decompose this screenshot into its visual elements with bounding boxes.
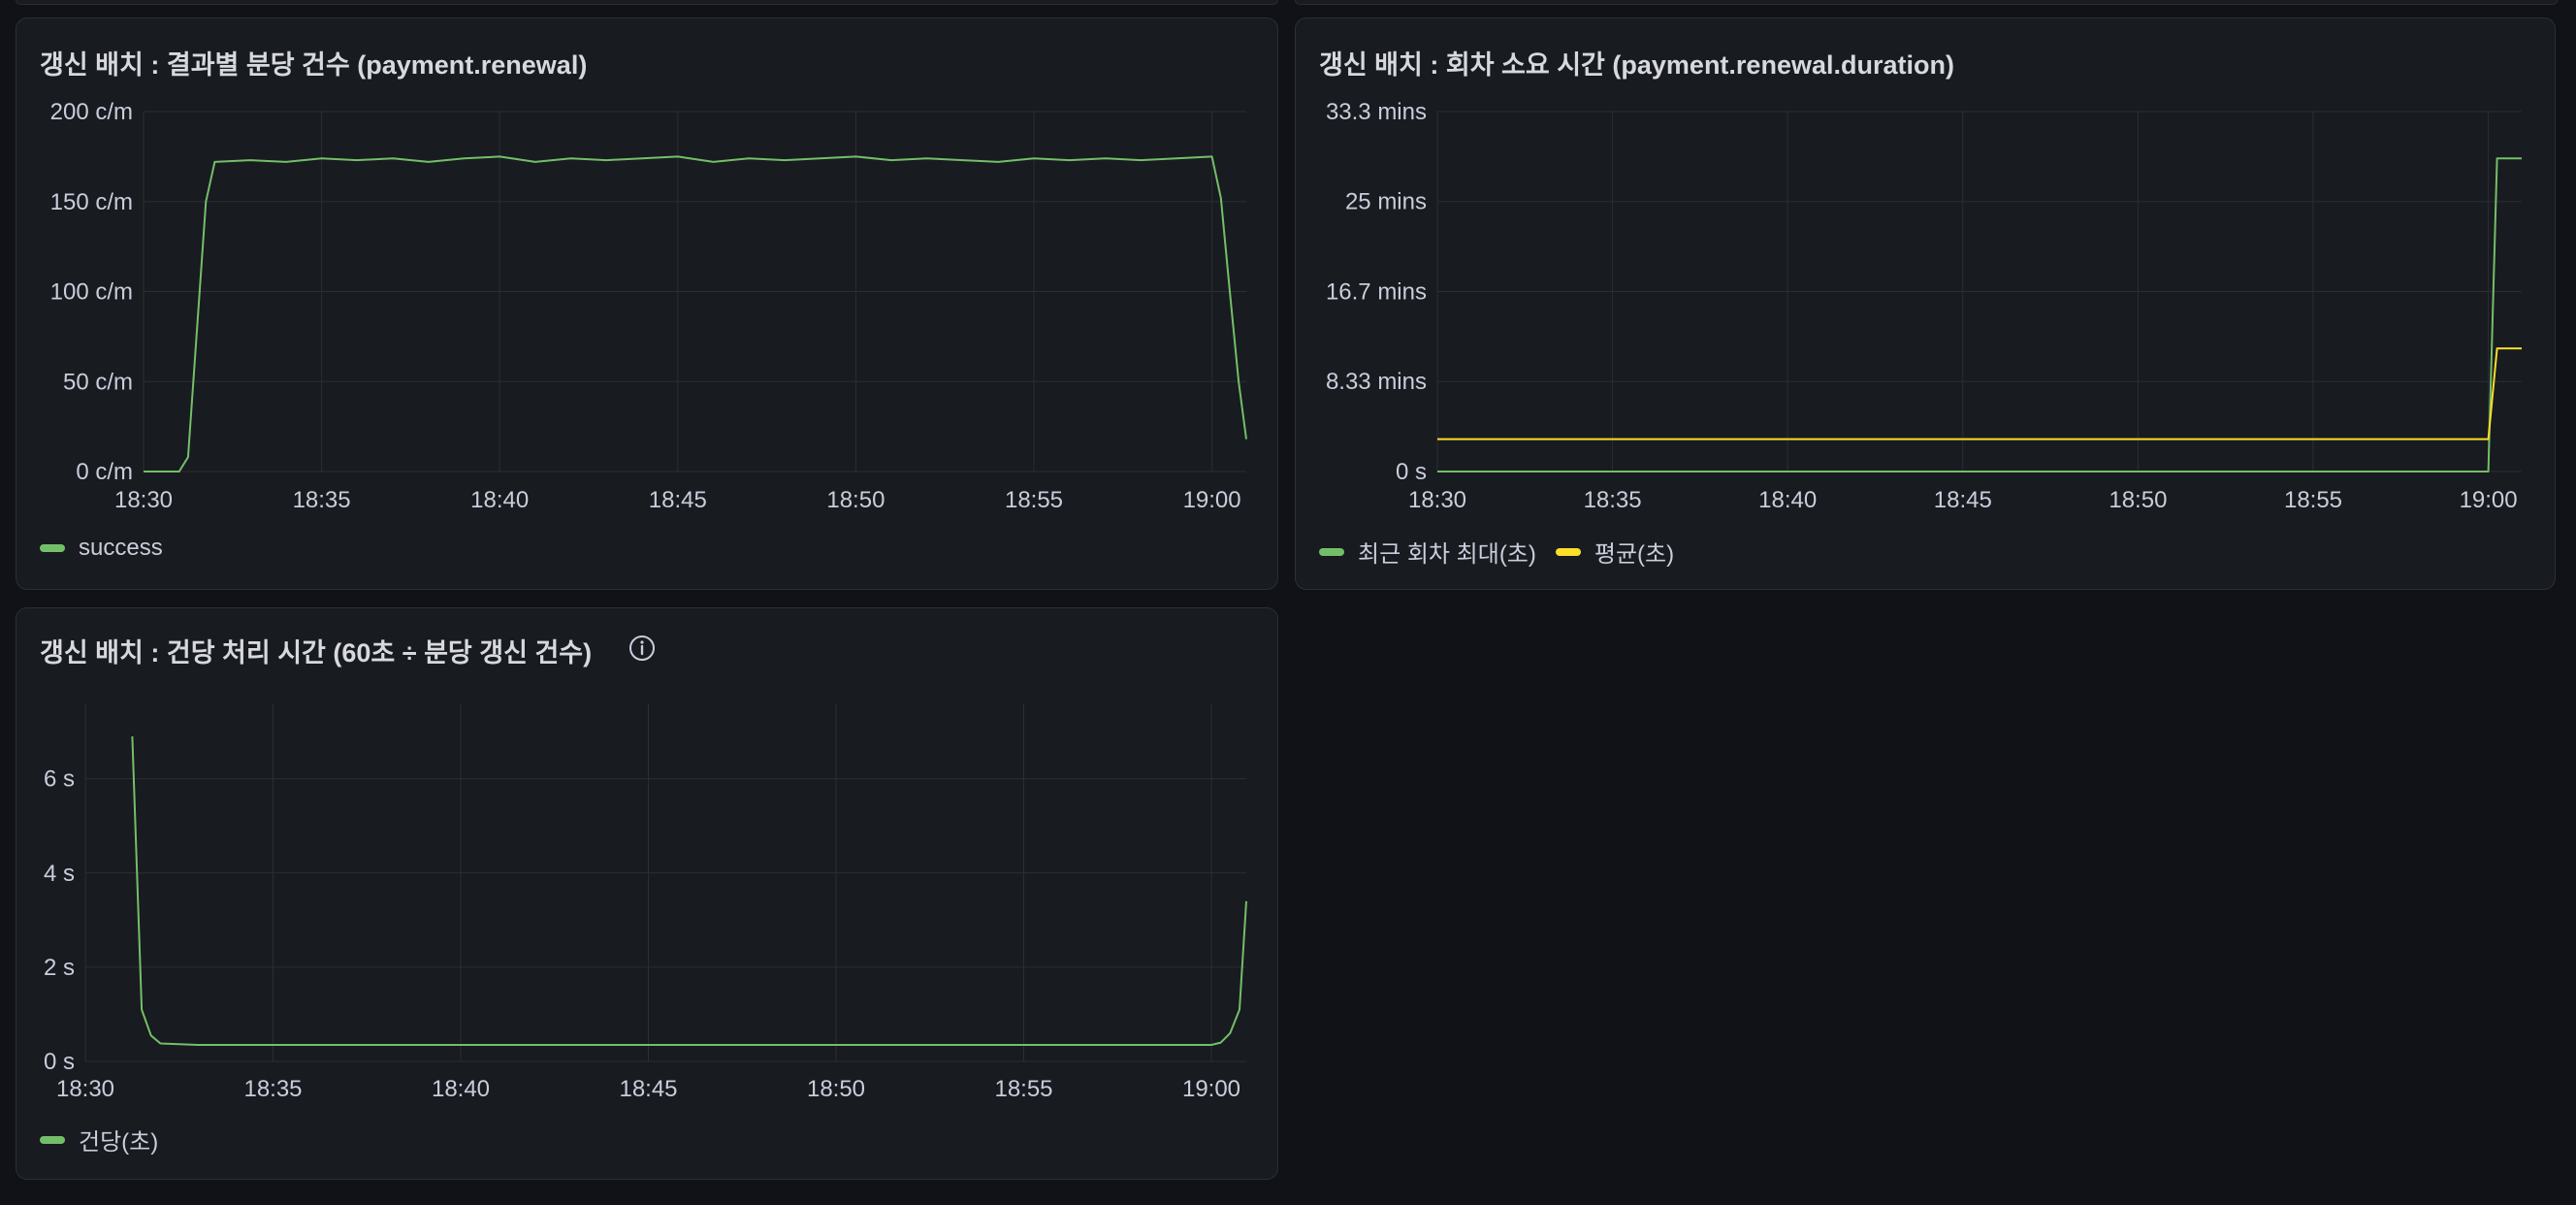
x-tick-label: 18:40 bbox=[1758, 487, 1817, 513]
x-tick-label: 18:40 bbox=[470, 487, 529, 513]
x-tick-label: 19:00 bbox=[1183, 487, 1241, 513]
y-tick-label: 2 s bbox=[44, 955, 75, 981]
series-line-1 bbox=[144, 155, 1247, 472]
series-line-2 bbox=[1437, 347, 2522, 440]
x-tick-label: 18:35 bbox=[243, 1076, 302, 1102]
x-tick-label: 18:30 bbox=[114, 487, 173, 513]
y-tick-label: 4 s bbox=[44, 861, 75, 887]
x-tick-label: 18:55 bbox=[1005, 487, 1063, 513]
x-tick-label: 18:50 bbox=[807, 1076, 865, 1102]
y-tick-label: 0 s bbox=[44, 1049, 75, 1075]
y-tick-label: 25 mins bbox=[1345, 189, 1427, 215]
x-tick-label: 18:50 bbox=[2109, 487, 2167, 513]
x-tick-label: 18:35 bbox=[1584, 487, 1642, 513]
x-tick-label: 18:35 bbox=[293, 487, 351, 513]
y-tick-label: 0 s bbox=[1396, 459, 1427, 485]
x-tick-label: 18:45 bbox=[619, 1076, 677, 1102]
y-tick-label: 33.3 mins bbox=[1326, 99, 1427, 125]
x-tick-label: 18:30 bbox=[1408, 487, 1466, 513]
charts-layer: 0 c/m 50 c/m 100 c/m 150 c/m 200 c/m 18:30 18:… bbox=[44, 99, 2522, 1102]
y-tick-label: 100 c/m bbox=[50, 279, 133, 306]
y-tick-label: 6 s bbox=[44, 766, 75, 793]
series-line-1 bbox=[1437, 157, 2522, 472]
x-tick-label: 18:40 bbox=[432, 1076, 490, 1102]
y-tick-label: 8.33 mins bbox=[1326, 369, 1427, 395]
series-line-1 bbox=[131, 735, 1247, 1046]
x-tick-label: 18:45 bbox=[1934, 487, 1992, 513]
y-tick-label: 200 c/m bbox=[50, 99, 133, 125]
x-tick-label: 19:00 bbox=[2460, 487, 2518, 513]
x-tick-label: 18:55 bbox=[994, 1076, 1052, 1102]
x-tick-label: 18:45 bbox=[649, 487, 707, 513]
y-tick-label: 0 c/m bbox=[76, 459, 133, 485]
x-tick-label: 19:00 bbox=[1182, 1076, 1240, 1102]
y-tick-label: 50 c/m bbox=[63, 369, 133, 395]
y-tick-label: 16.7 mins bbox=[1326, 278, 1427, 305]
x-tick-label: 18:55 bbox=[2284, 487, 2342, 513]
x-tick-label: 18:50 bbox=[826, 487, 885, 513]
y-tick-label: 150 c/m bbox=[50, 189, 133, 215]
x-tick-label: 18:30 bbox=[56, 1076, 114, 1102]
